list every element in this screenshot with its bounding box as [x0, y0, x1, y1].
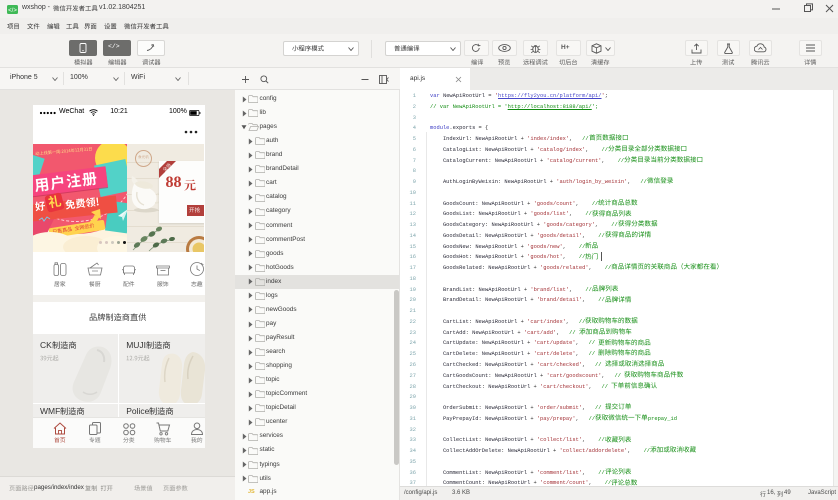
svg-text:</>: </> — [8, 8, 17, 14]
